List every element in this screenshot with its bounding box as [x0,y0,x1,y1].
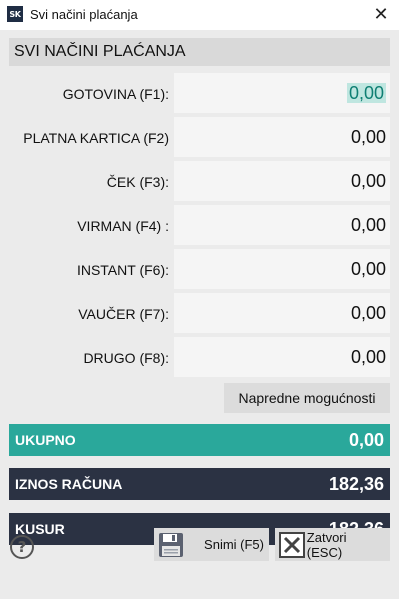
payment-input-cek[interactable]: 0,00 [174,161,390,201]
payment-label-gotovina: GOTOVINA (F1): [62,86,169,102]
close-button-label: Zatvori (ESC) [306,529,347,560]
total-bar: UKUPNO 0,00 [9,424,390,456]
total-label: UKUPNO [15,432,76,448]
payment-input-gotovina[interactable]: 0,00 [174,73,390,113]
bill-amount-label: IZNOS RAČUNA [15,476,123,492]
payment-label-cek: ČEK (F3): [106,174,169,190]
title-bar: SK Svi načini plaćanja ✕ [0,0,399,30]
total-value: 0,00 [348,429,384,450]
window-close-button[interactable]: ✕ [371,4,391,24]
floppy-disk-icon [156,530,186,560]
close-box-icon [277,530,307,560]
payment-label-drugo: DRUGO (F8): [83,350,169,366]
payment-value-gotovina: 0,00 [346,83,386,103]
save-button-label: Snimi (F5) [204,537,264,552]
payment-input-drugo[interactable]: 0,00 [174,337,390,377]
save-button[interactable]: Snimi (F5) [154,528,269,561]
payment-label-virman: VIRMAN (F4) : [77,218,169,234]
payment-input-kartica[interactable]: 0,00 [174,117,390,157]
section-title: SVI NAČINI PLAĆANJA [9,38,390,66]
close-button[interactable]: Zatvori (ESC) [275,528,390,561]
app-logo-icon: SK [7,6,23,22]
payment-input-vaucer[interactable]: 0,00 [174,293,390,333]
bill-amount-bar: IZNOS RAČUNA 182,36 [9,468,390,500]
bill-amount-value: 182,36 [328,473,384,494]
payment-label-vaucer: VAUČER (F7): [78,306,169,322]
help-icon[interactable]: ? [10,535,34,559]
dialog-body: SVI NAČINI PLAĆANJA GOTOVINA (F1): 0,00 … [0,30,399,599]
advanced-options-button[interactable]: Napredne mogućnosti [224,383,390,413]
payment-label-instant: INSTANT (F6): [76,262,169,278]
payment-input-virman[interactable]: 0,00 [174,205,390,245]
window-title: Svi načini plaćanja [30,7,138,22]
payment-label-kartica: PLATNA KARTICA (F2) [23,130,169,146]
payment-input-instant[interactable]: 0,00 [174,249,390,289]
